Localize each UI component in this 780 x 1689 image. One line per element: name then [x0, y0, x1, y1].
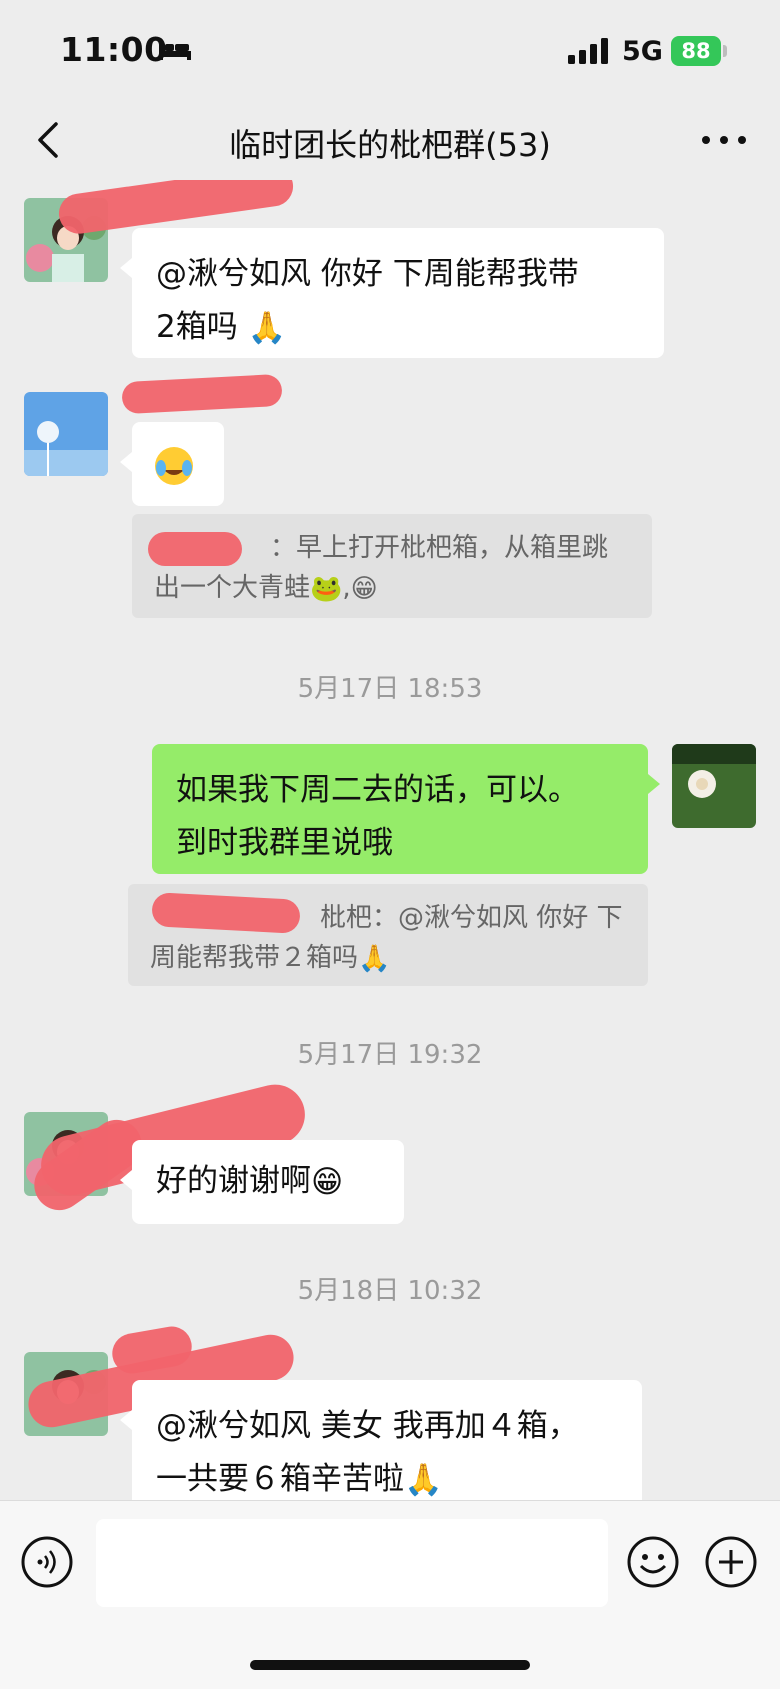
- avatar[interactable]: [24, 392, 108, 476]
- chat-title: 临时团长的枇杷群(53): [229, 126, 551, 164]
- voice-icon[interactable]: [20, 1535, 74, 1589]
- frog-emoji: 🐸: [310, 573, 343, 604]
- message-input[interactable]: [96, 1519, 608, 1607]
- redaction-mark: [121, 373, 283, 415]
- quoted-message[interactable]: ：早上打开枇杷箱，从箱里跳 出一个大青蛙🐸,😁: [132, 514, 652, 618]
- network-label: 5G: [622, 36, 663, 67]
- message-text-line2: 到时我群里说哦: [176, 825, 393, 861]
- bed-icon: [159, 40, 191, 60]
- message-text: 如果我下周二去的话，可以。: [176, 772, 579, 808]
- pray-hands-emoji: 🙏: [247, 310, 287, 346]
- message-text-line2: 2箱吗 🙏: [156, 301, 640, 355]
- message-bubble[interactable]: @湫兮如风 你好 下周能帮我带 2箱吗 🙏: [120, 228, 664, 358]
- timestamp: 5月18日 10:32: [297, 1276, 483, 1306]
- emoji-icon[interactable]: [626, 1535, 680, 1589]
- laugh-cry-emoji: [155, 446, 193, 485]
- message-text: 好的谢谢啊: [156, 1163, 311, 1199]
- message-text: @湫兮如风 你好 下周能帮我带: [156, 256, 579, 292]
- message-text-line2: 一共要６箱辛苦啦🙏: [156, 1453, 618, 1500]
- message-bubble[interactable]: @湫兮如风 美女 我再加４箱， 一共要６箱辛苦啦🙏: [120, 1380, 642, 1500]
- battery-level: 88: [681, 39, 711, 63]
- message-list[interactable]: @湫兮如风 你好 下周能帮我带 2箱吗 🙏 ：早上打开枇杷箱，从箱里跳 出一个大…: [0, 180, 780, 1500]
- home-indicator[interactable]: [250, 1660, 530, 1670]
- grin-emoji: 😁: [311, 1164, 344, 1200]
- nav-bar: 临时团长的枇杷群(53): [0, 100, 780, 180]
- battery-tip: [723, 45, 727, 57]
- battery-indicator: 88: [671, 36, 721, 66]
- quote-line2: 出一个大青蛙🐸,😁: [154, 568, 630, 609]
- timestamp: 5月17日 18:53: [297, 674, 483, 704]
- message-text: @湫兮如风 美女 我再加４箱，: [156, 1408, 579, 1444]
- message-bubble-self[interactable]: 如果我下周二去的话，可以。 到时我群里说哦: [152, 744, 660, 874]
- message-bubble[interactable]: 好的谢谢啊😁: [120, 1140, 404, 1224]
- pray-hands-emoji: 🙏: [404, 1462, 443, 1498]
- status-bar: 11:00 5G 88: [0, 0, 780, 100]
- message-bubble[interactable]: [120, 422, 224, 506]
- pray-hands-emoji: 🙏: [358, 943, 391, 974]
- grin-emoji: 😁: [350, 573, 378, 604]
- quote-line2: 周能帮我带２箱吗🙏: [150, 938, 626, 979]
- more-icon[interactable]: [700, 130, 748, 150]
- signal-icon: [568, 38, 608, 64]
- plus-icon[interactable]: [704, 1535, 758, 1589]
- timestamp: 5月17日 19:32: [297, 1040, 483, 1070]
- status-time: 11:00: [60, 30, 168, 69]
- redaction-mark: [148, 532, 242, 566]
- self-avatar[interactable]: [672, 744, 756, 828]
